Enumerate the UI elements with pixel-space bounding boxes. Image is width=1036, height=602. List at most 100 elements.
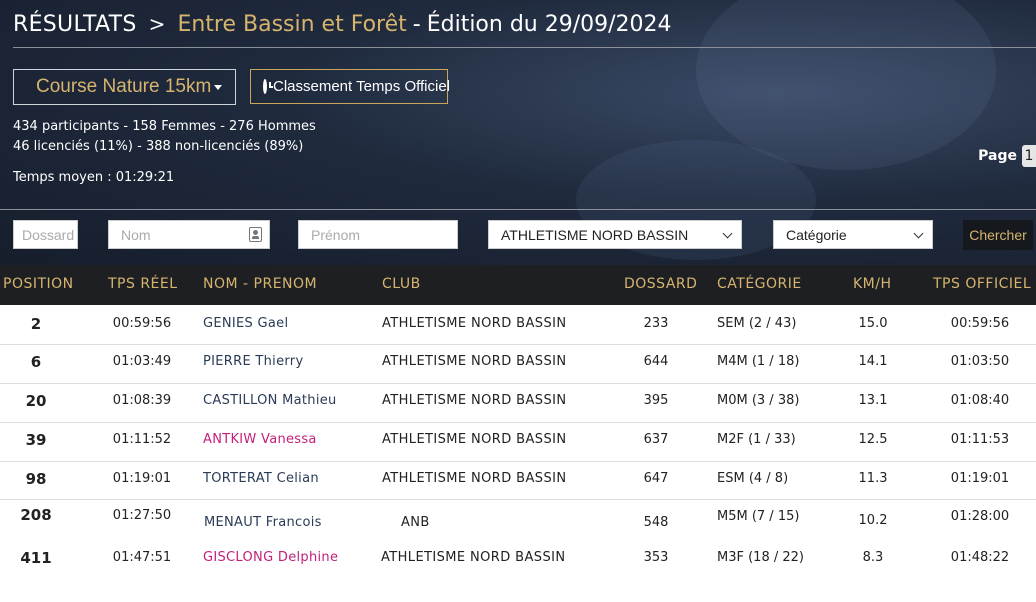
cell-club: ATHLETISME NORD BASSIN (382, 432, 567, 447)
cell-club: ATHLETISME NORD BASSIN (382, 471, 567, 486)
cell-kmh: 13.1 (858, 393, 888, 408)
cell-position: 98 (25, 470, 47, 488)
column-header[interactable]: CLUB (382, 276, 421, 292)
column-header[interactable]: DOSSARD (624, 276, 697, 292)
cell-kmh: 12.5 (858, 432, 888, 447)
nom-input[interactable] (108, 220, 270, 249)
cell-tps-reel: 01:27:50 (112, 508, 172, 523)
prenom-input[interactable] (298, 220, 458, 249)
row-divider (0, 422, 1036, 423)
classement-officiel-button[interactable]: Classement Temps Officiel (250, 69, 451, 104)
cell-name[interactable]: PIERRE Thierry (203, 354, 303, 369)
cell-tps-officiel: 01:19:01 (950, 471, 1010, 486)
column-header[interactable]: NOM - PRENOM (203, 276, 317, 292)
results-link[interactable]: RÉSULTATS (13, 12, 137, 37)
cell-dossard: 548 (643, 515, 669, 530)
cell-kmh: 14.1 (858, 354, 888, 369)
cell-tps-officiel: 01:48:22 (950, 550, 1010, 565)
cell-dossard: 647 (643, 471, 669, 486)
column-header[interactable]: TPS OFFICIEL (933, 276, 1031, 292)
column-header[interactable]: TPS RÉEL (108, 276, 178, 292)
column-header[interactable]: POSITION (3, 276, 74, 292)
pager-label: Page (978, 148, 1017, 164)
cell-kmh: 8.3 (862, 550, 884, 565)
cell-tps-reel: 01:47:51 (112, 550, 172, 565)
club-select[interactable]: ATHLETISME NORD BASSIN (488, 220, 742, 249)
licencies-stat: 46 licenciés (11%) - 388 non-licenciés (… (13, 139, 304, 154)
cell-club: ATHLETISME NORD BASSIN (382, 316, 567, 331)
cell-position: 2 (30, 315, 42, 333)
row-divider (0, 344, 1036, 345)
cell-tps-reel: 01:11:52 (112, 432, 172, 447)
search-button[interactable]: Chercher (963, 220, 1033, 250)
title-separator: - (412, 11, 421, 37)
temps-moyen-stat: Temps moyen : 01:29:21 (13, 170, 175, 185)
column-header[interactable]: CATÉGORIE (717, 276, 802, 292)
race-select[interactable]: Course Nature 15km (13, 69, 236, 105)
cell-position: 39 (25, 431, 47, 449)
cell-club: ATHLETISME NORD BASSIN (382, 354, 567, 369)
cell-kmh: 11.3 (858, 471, 888, 486)
cell-kmh: 15.0 (858, 316, 888, 331)
cell-tps-officiel: 01:28:00 (950, 509, 1010, 524)
classement-button-label: Classement Temps Officiel (273, 78, 451, 95)
cell-dossard: 395 (643, 393, 669, 408)
caret-down-icon (214, 85, 222, 90)
cell-name[interactable]: ANTKIW Vanessa (203, 432, 317, 447)
divider (13, 47, 1036, 48)
cell-name[interactable]: GENIES Gael (203, 316, 288, 331)
cell-name[interactable]: TORTERAT Celian (203, 471, 319, 486)
cell-tps-reel: 01:19:01 (112, 471, 172, 486)
chevron-down-icon (913, 228, 924, 239)
cell-dossard: 233 (643, 316, 669, 331)
column-header[interactable]: KM/H (853, 276, 892, 292)
cell-categorie: M2F (1 / 33) (717, 432, 796, 447)
cell-position: 20 (25, 392, 47, 410)
cell-position: 6 (30, 353, 42, 371)
cell-kmh: 10.2 (858, 513, 888, 528)
race-select-value: Course Nature 15km (36, 76, 212, 97)
event-name: Entre Bassin et Forêt (177, 11, 407, 37)
dossard-input[interactable] (13, 220, 78, 249)
cell-club: ATHLETISME NORD BASSIN (381, 550, 566, 565)
cell-tps-reel: 01:08:39 (112, 393, 172, 408)
row-divider (0, 461, 1036, 462)
cell-name[interactable]: GISCLONG Delphine (203, 550, 338, 565)
divider (0, 209, 1036, 210)
chevron-right-icon: > (148, 12, 166, 36)
cell-position: 208 (20, 506, 52, 524)
chevron-down-icon (722, 228, 733, 239)
cell-club: ATHLETISME NORD BASSIN (382, 393, 567, 408)
cell-categorie: M0M (3 / 38) (717, 393, 800, 408)
cell-dossard: 353 (643, 550, 669, 565)
cell-club: ANB (401, 515, 430, 530)
club-select-value: ATHLETISME NORD BASSIN (501, 226, 689, 243)
cell-tps-officiel: 01:11:53 (950, 432, 1010, 447)
row-divider (0, 499, 1036, 500)
cell-position: 411 (20, 549, 52, 567)
categorie-select[interactable]: Catégorie (773, 220, 933, 249)
cell-dossard: 644 (643, 354, 669, 369)
cell-categorie: M5M (7 / 15) (717, 509, 800, 524)
cell-dossard: 637 (643, 432, 669, 447)
cell-name[interactable]: CASTILLON Mathieu (203, 393, 337, 408)
pager: Page 1 (978, 145, 1036, 167)
cell-tps-officiel: 01:03:50 (950, 354, 1010, 369)
categorie-select-value: Catégorie (786, 226, 847, 243)
cell-tps-reel: 00:59:56 (112, 316, 172, 331)
cell-categorie: ESM (4 / 8) (717, 471, 789, 486)
cell-tps-officiel: 00:59:56 (950, 316, 1010, 331)
cell-categorie: SEM (2 / 43) (717, 316, 797, 331)
cell-name[interactable]: MENAUT Francois (204, 515, 322, 530)
page-number-button[interactable]: 1 (1022, 145, 1036, 167)
cell-tps-officiel: 01:08:40 (950, 393, 1010, 408)
participants-stat: 434 participants - 158 Femmes - 276 Homm… (13, 119, 316, 134)
row-divider (0, 383, 1036, 384)
contact-card-icon (249, 227, 262, 242)
clock-icon (263, 79, 273, 94)
cell-tps-reel: 01:03:49 (112, 354, 172, 369)
cell-categorie: M4M (1 / 18) (717, 354, 800, 369)
page-title: RÉSULTATS > Entre Bassin et Forêt - Édit… (13, 9, 672, 39)
cell-categorie: M3F (18 / 22) (717, 550, 804, 565)
edition-date: Édition du 29/09/2024 (426, 11, 672, 37)
